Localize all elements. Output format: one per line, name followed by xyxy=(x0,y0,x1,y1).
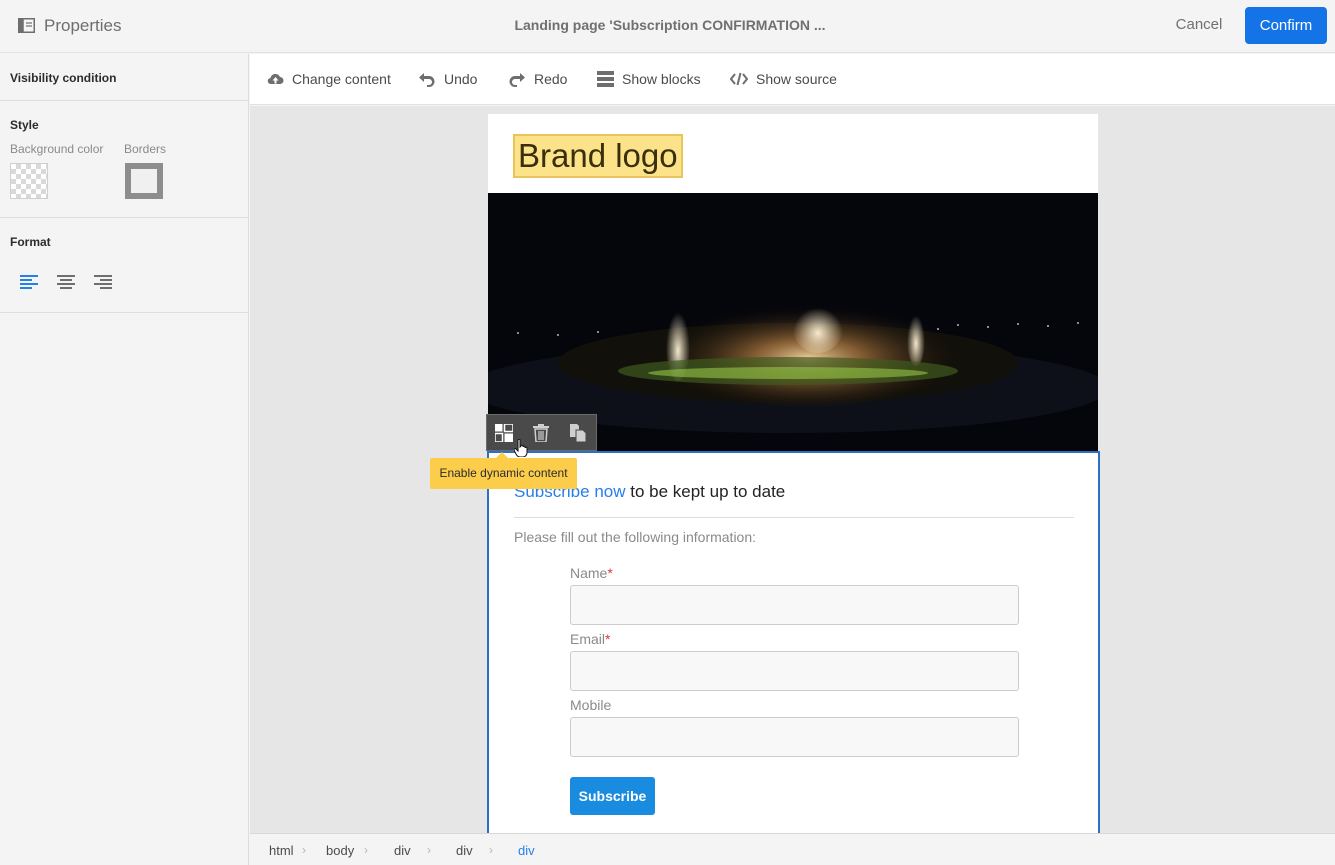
change-content-button[interactable]: Change content xyxy=(267,71,391,87)
borders-label: Borders xyxy=(124,142,167,156)
format-heading: Format xyxy=(10,235,51,249)
mobile-field-label: Mobile xyxy=(570,697,612,713)
editor-canvas: Brand logo Subscribe now to be kept up t… xyxy=(250,106,1335,833)
name-field-label: Name* xyxy=(570,565,613,581)
panel-icon[interactable] xyxy=(18,18,35,33)
email-input[interactable] xyxy=(570,651,1019,691)
show-blocks-button[interactable]: Show blocks xyxy=(597,71,701,87)
breadcrumb-item-active[interactable]: div xyxy=(518,843,535,858)
style-heading: Style xyxy=(10,118,39,132)
borders-swatch[interactable] xyxy=(125,163,163,199)
top-bar: Properties Landing page 'Subscription CO… xyxy=(0,0,1335,53)
undo-label: Undo xyxy=(444,71,478,87)
fountain-image[interactable] xyxy=(488,193,1098,451)
format-section: Format xyxy=(0,218,248,313)
landing-page-preview: Brand logo Subscribe now to be kept up t… xyxy=(487,114,1100,833)
headline-divider xyxy=(514,517,1074,518)
element-breadcrumb: html › body › div › div › div xyxy=(250,833,1335,865)
breadcrumb-item[interactable]: div xyxy=(394,843,411,858)
align-left-icon[interactable] xyxy=(19,273,39,291)
cancel-button[interactable]: Cancel xyxy=(1168,16,1230,33)
chevron-right-icon: › xyxy=(489,843,493,857)
form-intro-text[interactable]: Please fill out the following informatio… xyxy=(514,529,756,545)
change-content-label: Change content xyxy=(292,71,391,87)
undo-button[interactable]: Undo xyxy=(418,71,477,87)
chevron-right-icon: › xyxy=(302,843,306,857)
align-right-icon[interactable] xyxy=(93,273,113,291)
duplicate-icon[interactable] xyxy=(569,424,587,442)
document-title: Landing page 'Subscription CONFIRMATION … xyxy=(514,17,826,33)
dynamic-content-icon[interactable] xyxy=(495,424,513,442)
required-marker: * xyxy=(605,631,611,647)
selected-form-block[interactable]: Subscribe now to be kept up to date Plea… xyxy=(487,451,1100,833)
redo-icon xyxy=(509,72,525,87)
email-field-label: Email* xyxy=(570,631,611,647)
brand-logo[interactable]: Brand logo xyxy=(513,134,683,178)
redo-button[interactable]: Redo xyxy=(508,71,567,87)
show-blocks-label: Show blocks xyxy=(622,71,701,87)
subscribe-button[interactable]: Subscribe xyxy=(570,777,655,815)
undo-icon xyxy=(419,72,435,87)
block-actions-toolbar xyxy=(486,414,597,451)
background-color-label: Background color xyxy=(10,142,104,156)
blocks-icon xyxy=(597,71,614,87)
style-swatches: Background color Borders xyxy=(10,142,248,202)
align-center-icon[interactable] xyxy=(56,273,76,291)
required-marker: * xyxy=(607,565,613,581)
mobile-input[interactable] xyxy=(570,717,1019,757)
properties-sidebar: Visibility condition Style Background co… xyxy=(0,54,249,865)
show-source-button[interactable]: Show source xyxy=(730,71,837,87)
editor-toolbar: Change content Undo Redo Show blocks Sho… xyxy=(250,54,1335,105)
confirm-button[interactable]: Confirm xyxy=(1245,7,1327,44)
show-source-label: Show source xyxy=(756,71,837,87)
visibility-condition-label[interactable]: Visibility condition xyxy=(10,71,248,85)
chevron-right-icon: › xyxy=(427,843,431,857)
breadcrumb-item[interactable]: div xyxy=(456,843,473,858)
properties-title: Properties xyxy=(44,16,122,35)
cloud-upload-icon xyxy=(267,73,284,85)
dynamic-content-tooltip: Enable dynamic content xyxy=(430,452,577,489)
headline-rest-text: to be kept up to date xyxy=(625,482,786,501)
name-input[interactable] xyxy=(570,585,1019,625)
chevron-right-icon: › xyxy=(364,843,368,857)
trash-icon[interactable] xyxy=(532,424,550,442)
visibility-section[interactable]: Visibility condition xyxy=(0,54,248,101)
redo-label: Redo xyxy=(534,71,568,87)
alignment-buttons xyxy=(10,273,248,293)
style-section: Style Background color Borders xyxy=(0,101,248,218)
breadcrumb-item[interactable]: html xyxy=(269,843,294,858)
code-icon xyxy=(730,72,748,86)
background-color-swatch[interactable] xyxy=(10,163,48,199)
hand-cursor-icon xyxy=(514,439,528,457)
breadcrumb-item[interactable]: body xyxy=(326,843,354,858)
